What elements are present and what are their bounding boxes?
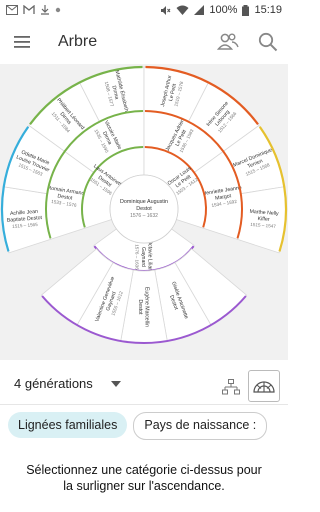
wifi-icon [176, 5, 189, 15]
descendant-gen1-text: Gaynard [140, 247, 146, 267]
fan-chart: Achille JeanBaptiste Destot1515 – 1565Od… [0, 65, 288, 344]
search-icon [258, 32, 278, 52]
ancestor-gen3[interactable]: Achille JeanBaptiste Destot1515 – 1565 [6, 209, 43, 230]
download-icon [41, 5, 49, 15]
signal-icon [194, 5, 205, 15]
controls-bar: 4 générations [0, 362, 288, 408]
status-right: 100% 15:19 [160, 0, 282, 20]
generations-select[interactable]: 4 générations [14, 376, 121, 391]
people-icon [217, 33, 239, 50]
chip-family-lines[interactable]: Lignées familiales [8, 412, 128, 438]
root-person-text: Dominique Augustin [120, 199, 168, 205]
descendant-gen2-text: Destot [137, 300, 143, 316]
status-bar: 100% 15:19 [0, 0, 288, 20]
root-person-text: Destot [136, 206, 152, 212]
category-chips: Lignées familiales Pays de naissance : [8, 412, 268, 440]
fan-chart-icon [253, 381, 275, 393]
email-icon [23, 5, 35, 14]
tree-icon [222, 379, 240, 395]
fan-chart-area: Achille Jean Baptiste Destot 1515 – 1565 Od… [0, 64, 288, 360]
fan-view-button[interactable] [248, 370, 280, 402]
descendant-gen2-text: Eugène Marcellin [143, 287, 149, 327]
chip-birth-country[interactable]: Pays de naissance : [133, 412, 268, 440]
app-bar: Arbre [0, 20, 288, 64]
notification-icons [0, 5, 61, 15]
search-button[interactable] [254, 28, 282, 56]
descendant-gen1-text: Octavie Liliane [147, 240, 153, 274]
root-person-text: 1576 – 1632 [130, 213, 158, 219]
appbar-actions [214, 20, 282, 64]
notification-dot-icon [55, 7, 61, 13]
battery-icon [242, 4, 250, 16]
gmail-icon [6, 5, 18, 15]
chevron-down-icon [110, 380, 121, 387]
tree-view-button[interactable] [218, 374, 244, 400]
menu-button[interactable] [0, 20, 44, 64]
battery-level: 100% [209, 4, 238, 16]
people-button[interactable] [214, 28, 242, 56]
page-title: Arbre [58, 33, 98, 50]
generations-label: 4 générations [14, 376, 93, 391]
divider [0, 404, 288, 405]
mute-icon [161, 5, 171, 15]
clock: 15:19 [254, 4, 282, 16]
hamburger-icon [14, 36, 30, 48]
descendant-gen1-text: 1576 – 1636 [135, 244, 140, 270]
instruction-message: Sélectionnez une catégorie ci-dessus pou… [26, 463, 262, 493]
